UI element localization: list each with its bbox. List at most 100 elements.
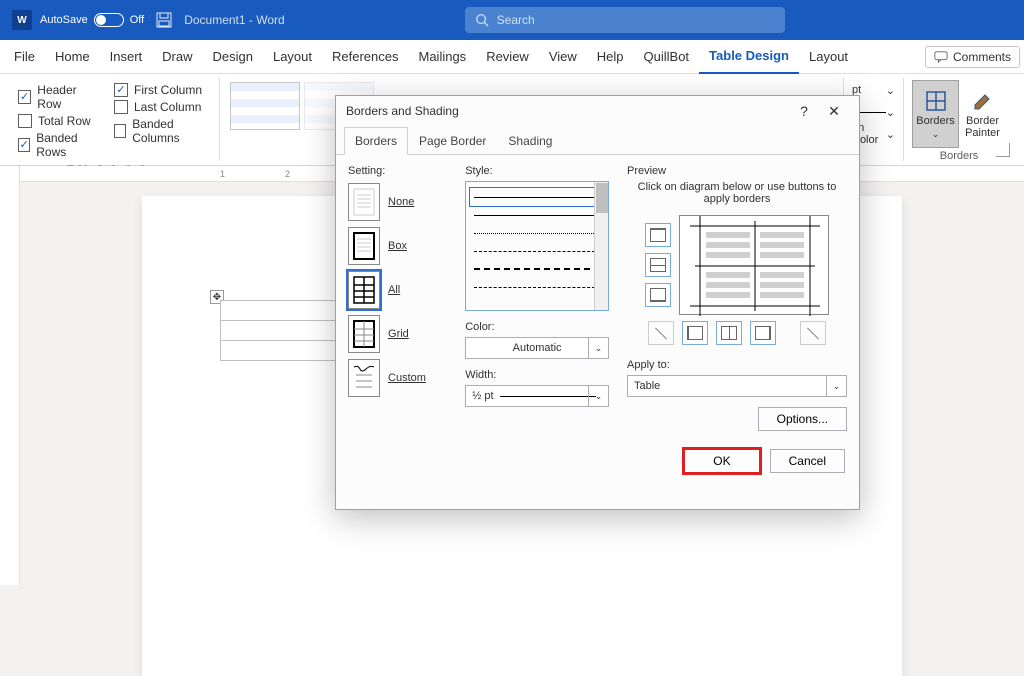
tab-layout[interactable]: Layout	[263, 40, 322, 74]
dlg-tab-borders[interactable]: Borders	[344, 127, 408, 155]
preview-diagram[interactable]	[679, 215, 829, 315]
none-icon	[348, 183, 380, 221]
chk-first-col[interactable]: First Column	[114, 83, 211, 97]
table-style-thumb[interactable]	[230, 82, 300, 130]
document-name: Document1 - Word	[184, 13, 284, 27]
border-bottom-button[interactable]	[645, 283, 671, 307]
border-top-button[interactable]	[645, 223, 671, 247]
dialog-title: Borders and Shading	[346, 104, 459, 118]
applyto-label: Apply to:	[627, 359, 847, 371]
chk-banded-rows[interactable]: Banded Rows	[18, 131, 100, 159]
tab-file[interactable]: File	[4, 40, 45, 74]
help-button[interactable]: ?	[789, 96, 819, 126]
border-inside-h-button[interactable]	[645, 253, 671, 277]
border-inside-v-button[interactable]	[716, 321, 742, 345]
tab-review[interactable]: Review	[476, 40, 539, 74]
close-button[interactable]: ✕	[819, 96, 849, 126]
style-option[interactable]	[470, 260, 604, 278]
autosave-state: Off	[130, 14, 144, 26]
border-icon	[721, 326, 737, 340]
checkbox-icon	[18, 90, 31, 104]
color-dropdown[interactable]: Automatic ⌄	[465, 337, 609, 359]
dlg-tab-shading[interactable]: Shading	[497, 127, 563, 155]
scrollbar[interactable]	[594, 182, 608, 310]
chk-last-col[interactable]: Last Column	[114, 100, 211, 114]
word-logo: W	[12, 10, 32, 30]
painter-label: Border Painter	[959, 115, 1006, 139]
chevron-down-icon: ⌄	[588, 386, 608, 406]
chevron-down-icon: ⌄	[932, 129, 940, 140]
tab-help[interactable]: Help	[587, 40, 634, 74]
grid-icon	[348, 315, 380, 353]
chk-total-row[interactable]: Total Row	[18, 114, 100, 128]
ok-button[interactable]: OK	[684, 449, 759, 473]
tab-draw[interactable]: Draw	[152, 40, 202, 74]
style-option[interactable]	[470, 242, 604, 260]
setting-all[interactable]: All	[348, 271, 447, 309]
style-list[interactable]	[465, 181, 609, 311]
border-diag-down-button[interactable]	[648, 321, 674, 345]
painter-icon	[971, 89, 995, 113]
style-option[interactable]	[470, 188, 604, 206]
border-diag-up-button[interactable]	[800, 321, 826, 345]
cancel-button[interactable]: Cancel	[770, 449, 845, 473]
comments-button[interactable]: Comments	[925, 46, 1020, 68]
preview-label: Preview	[627, 165, 847, 177]
setting-grid[interactable]: Grid	[348, 315, 447, 353]
style-option[interactable]	[470, 206, 604, 224]
tab-layout2[interactable]: Layout	[799, 40, 858, 74]
scroll-thumb[interactable]	[596, 183, 608, 213]
checkbox-icon	[18, 138, 30, 152]
applyto-value: Table	[634, 380, 660, 392]
chk-header-row[interactable]: Header Row	[18, 83, 100, 111]
checkbox-icon	[114, 100, 128, 114]
options-button[interactable]: Options...	[758, 407, 847, 431]
border-painter-button[interactable]: Border Painter	[959, 80, 1006, 148]
tab-references[interactable]: References	[322, 40, 408, 74]
comments-label: Comments	[953, 50, 1011, 64]
autosave-toggle[interactable]: AutoSave Off	[40, 13, 144, 27]
tab-home[interactable]: Home	[45, 40, 100, 74]
chevron-down-icon: ⌄	[826, 376, 846, 396]
tab-quillbot[interactable]: QuillBot	[634, 40, 700, 74]
tab-table-design[interactable]: Table Design	[699, 40, 799, 74]
chk-banded-cols[interactable]: Banded Columns	[114, 117, 211, 145]
setting-label: Setting:	[348, 165, 447, 177]
style-option[interactable]	[470, 278, 604, 296]
color-value: Automatic	[472, 342, 602, 354]
setting-custom[interactable]: Custom	[348, 359, 447, 397]
search-input[interactable]: Search	[465, 7, 785, 33]
style-label: Style:	[465, 165, 609, 177]
opt-label: Custom	[388, 372, 426, 384]
all-icon	[348, 271, 380, 309]
width-dropdown[interactable]: ½ pt ⌄	[465, 385, 609, 407]
applyto-dropdown[interactable]: Table ⌄	[627, 375, 847, 397]
setting-none[interactable]: None	[348, 183, 447, 221]
border-right-button[interactable]	[750, 321, 776, 345]
autosave-label: AutoSave	[40, 14, 88, 26]
preview-hint: Click on diagram below or use buttons to…	[627, 181, 847, 205]
border-left-button[interactable]	[682, 321, 708, 345]
chk-label: Banded Rows	[36, 131, 100, 159]
tab-mailings[interactable]: Mailings	[409, 40, 477, 74]
dlg-tab-page-border[interactable]: Page Border	[408, 127, 497, 155]
width-label: Width:	[465, 369, 609, 381]
border-icon	[650, 228, 666, 242]
borders-button[interactable]: Borders ⌄	[912, 80, 959, 148]
chk-label: First Column	[134, 83, 202, 97]
group-label: Borders	[912, 148, 1006, 162]
style-option[interactable]	[470, 224, 604, 242]
custom-icon	[348, 359, 380, 397]
tab-design[interactable]: Design	[203, 40, 263, 74]
opt-label: All	[388, 284, 400, 296]
toggle-icon	[94, 13, 124, 27]
dialog-launcher-icon[interactable]	[996, 143, 1010, 157]
tab-view[interactable]: View	[539, 40, 587, 74]
save-icon[interactable]	[156, 12, 172, 28]
setting-box[interactable]: Box	[348, 227, 447, 265]
chevron-down-icon: ⌄	[588, 338, 608, 358]
box-icon	[348, 227, 380, 265]
tab-insert[interactable]: Insert	[100, 40, 153, 74]
preview-svg	[680, 216, 830, 316]
borders-label: Borders	[916, 115, 955, 127]
